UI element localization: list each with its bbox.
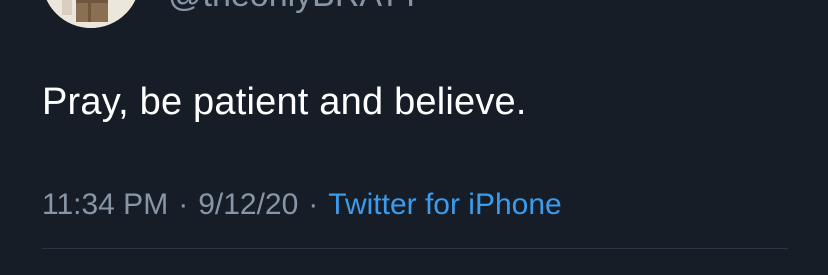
avatar[interactable] <box>42 0 140 28</box>
avatar-image <box>42 0 140 28</box>
tweet-meta: 11:34 PM · 9/12/20 · Twitter for iPhone <box>42 187 562 223</box>
tweet-source-link[interactable]: Twitter for iPhone <box>328 188 561 221</box>
meta-separator: · <box>178 188 189 221</box>
divider <box>42 248 788 249</box>
tweet-text: Pray, be patient and believe. <box>42 81 527 123</box>
tweet-time[interactable]: 11:34 PM <box>42 188 168 221</box>
user-handle[interactable]: @theonlyBRATT <box>168 0 421 12</box>
meta-separator: · <box>308 188 319 221</box>
tweet-detail: @theonlyBRATT Pray, be patient and belie… <box>0 0 828 275</box>
tweet-date[interactable]: 9/12/20 <box>198 188 298 221</box>
